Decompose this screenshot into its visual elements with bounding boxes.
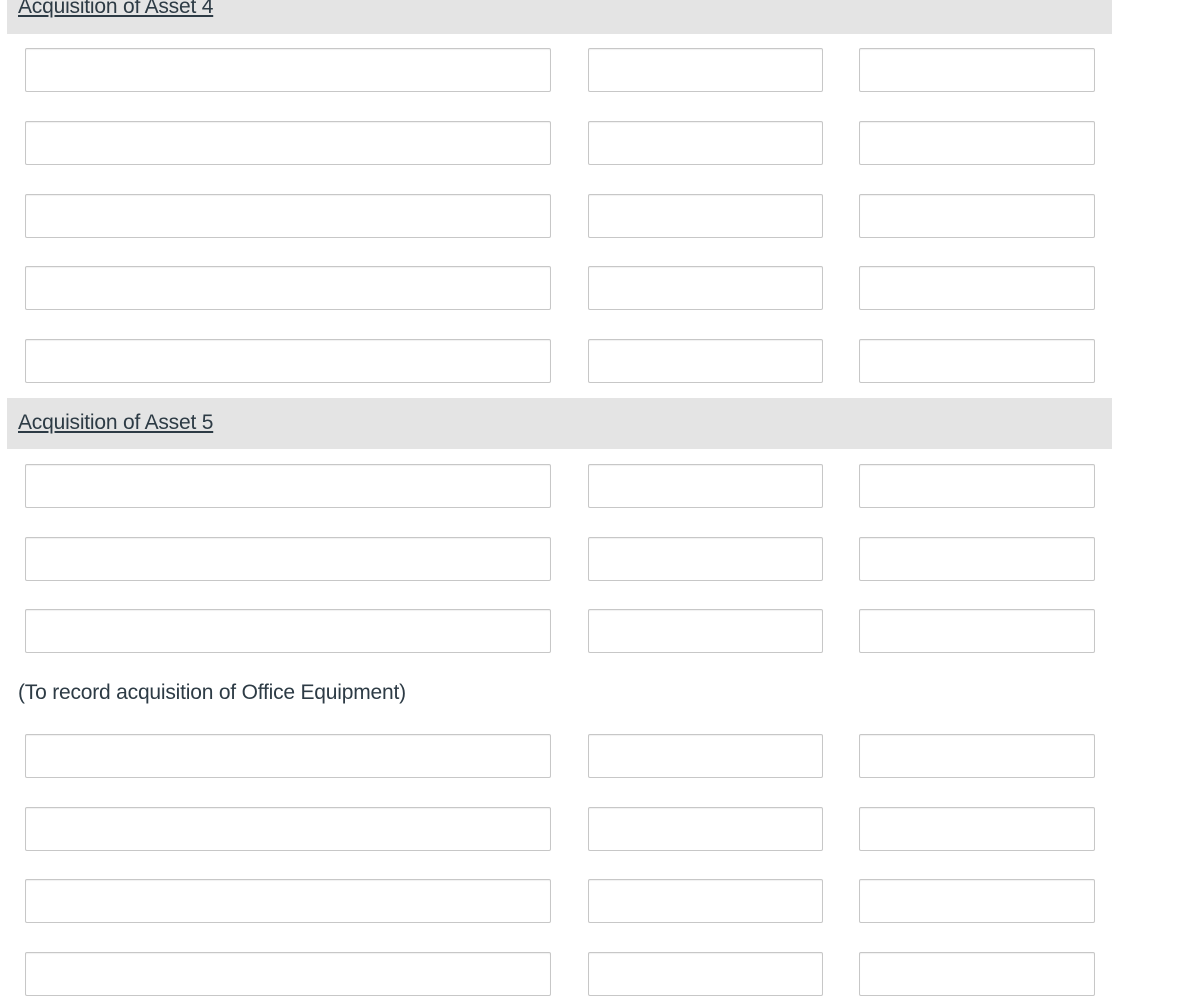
journal-row <box>0 807 1200 853</box>
credit-input[interactable] <box>859 537 1095 581</box>
debit-input[interactable] <box>588 609 823 653</box>
credit-input[interactable] <box>859 121 1095 165</box>
credit-input[interactable] <box>859 266 1095 310</box>
account-input[interactable] <box>25 807 551 851</box>
account-input[interactable] <box>25 734 551 778</box>
account-input[interactable] <box>25 609 551 653</box>
debit-input[interactable] <box>588 952 823 996</box>
journal-row <box>0 464 1200 510</box>
debit-input[interactable] <box>588 879 823 923</box>
credit-input[interactable] <box>859 464 1095 508</box>
account-input[interactable] <box>25 194 551 238</box>
account-input[interactable] <box>25 266 551 310</box>
debit-input[interactable] <box>588 48 823 92</box>
account-input[interactable] <box>25 879 551 923</box>
credit-input[interactable] <box>859 194 1095 238</box>
debit-input[interactable] <box>588 121 823 165</box>
debit-input[interactable] <box>588 537 823 581</box>
credit-input[interactable] <box>859 807 1095 851</box>
credit-input[interactable] <box>859 339 1095 383</box>
journal-row <box>0 48 1200 94</box>
section-header-asset-4: Acquisition of Asset 4 <box>7 0 1112 34</box>
debit-input[interactable] <box>588 339 823 383</box>
credit-input[interactable] <box>859 734 1095 778</box>
journal-row <box>0 952 1200 998</box>
entry-note: (To record acquisition of Office Equipme… <box>18 681 406 704</box>
debit-input[interactable] <box>588 266 823 310</box>
journal-row <box>0 537 1200 583</box>
account-input[interactable] <box>25 537 551 581</box>
account-input[interactable] <box>25 339 551 383</box>
journal-row <box>0 266 1200 312</box>
debit-input[interactable] <box>588 734 823 778</box>
journal-row <box>0 121 1200 167</box>
debit-input[interactable] <box>588 464 823 508</box>
account-input[interactable] <box>25 952 551 996</box>
account-input[interactable] <box>25 48 551 92</box>
journal-row <box>0 609 1200 655</box>
journal-row <box>0 194 1200 240</box>
journal-row <box>0 734 1200 780</box>
account-input[interactable] <box>25 464 551 508</box>
credit-input[interactable] <box>859 952 1095 996</box>
section-title[interactable]: Acquisition of Asset 4 <box>18 0 213 19</box>
debit-input[interactable] <box>588 194 823 238</box>
credit-input[interactable] <box>859 48 1095 92</box>
account-input[interactable] <box>25 121 551 165</box>
section-header-asset-5: Acquisition of Asset 5 <box>7 398 1112 449</box>
debit-input[interactable] <box>588 807 823 851</box>
journal-row <box>0 879 1200 925</box>
journal-row <box>0 339 1200 385</box>
credit-input[interactable] <box>859 609 1095 653</box>
credit-input[interactable] <box>859 879 1095 923</box>
section-title[interactable]: Acquisition of Asset 5 <box>18 411 213 435</box>
